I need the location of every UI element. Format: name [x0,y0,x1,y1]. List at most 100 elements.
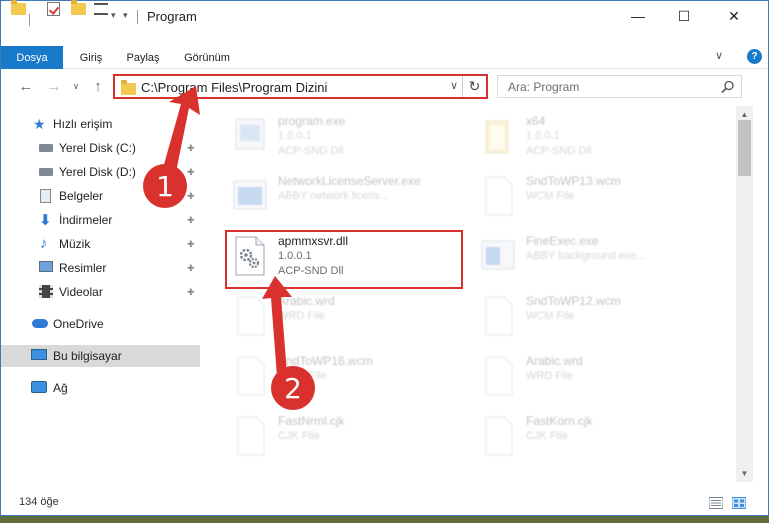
details-view-icon[interactable] [709,497,723,509]
sidebar-item-this-pc[interactable]: Bu bilgisayar [1,345,200,367]
pin-icon[interactable]: ✚ [187,215,195,225]
blank-file-icon [485,296,513,336]
file-detail: WCM File [526,310,575,322]
sidebar-item-label: Müzik [59,237,91,251]
file-name[interactable]: FineExec.exe [526,234,599,248]
file-item[interactable]: FastKorn.cjk CJK File [472,411,722,463]
tab-giris[interactable]: Giriş [69,46,113,69]
status-bar: 134 öğe [1,491,768,515]
up-button[interactable]: ↑ [89,77,107,95]
file-item[interactable]: SndToWP16.wcm WCM File [224,351,474,403]
scrollbar-thumb[interactable] [738,120,751,176]
file-detail: 1.0.0.1 [526,130,560,142]
vertical-scrollbar[interactable]: ▲ ▼ [736,106,753,482]
pin-icon[interactable]: ✚ [187,143,195,153]
file-name[interactable]: SndToWP12.wcm [526,294,621,308]
sidebar-item-label: Yerel Disk (C:) [59,141,136,155]
file-name[interactable]: Arabic.wrd [526,354,583,368]
address-bar[interactable]: C:\Program Files\Program Dizini ∨ ↻ [113,74,488,99]
sidebar-item-music[interactable]: ♪ Müzik ✚ [1,233,200,255]
file-item[interactable]: NetworkLicenseServer.exe ABBY network li… [224,171,474,223]
file-name[interactable]: program.exe [278,114,345,128]
tab-gorunum[interactable]: Görünüm [175,46,239,69]
sidebar-item-label: Videolar [59,285,103,299]
title-bar: ▾ ▾ Program — ☐ ✕ [1,0,768,31]
file-name[interactable]: FastNrml.cjk [278,414,345,428]
new-folder-icon[interactable] [71,0,86,15]
address-dropdown-icon[interactable]: ∨ [450,79,458,92]
file-item[interactable]: FineExec.exe ABBY background exe... [472,231,722,283]
customize-toolbar-icon[interactable]: ▾ [123,10,128,26]
file-item[interactable]: SndToWP13.wcm WCM File [472,171,722,223]
tab-dosya[interactable]: Dosya [1,46,63,69]
explorer-window: ▾ ▾ Program — ☐ ✕ Dosya Giriş Paylaş Gör… [0,0,769,516]
blank-file-icon [485,356,513,396]
recent-locations-button[interactable]: ∨ [67,77,85,95]
back-button[interactable]: ← [17,77,35,95]
help-icon[interactable]: ? [747,49,762,64]
drive-icon [39,168,53,176]
exe-file-icon [233,180,267,210]
sidebar-item-quick-access[interactable]: ★ Hızlı erişim [1,113,200,135]
file-name[interactable]: x64 [526,114,545,128]
search-placeholder[interactable]: Ara: Program [508,80,579,94]
network-icon [31,381,47,393]
computer-icon [31,349,47,360]
sidebar-item-onedrive[interactable]: OneDrive [1,313,200,335]
navigation-pane: ★ Hızlı erişim Yerel Disk (C:) ✚ Yerel D… [1,106,202,482]
blank-file-icon [237,416,265,456]
blank-file-icon [237,296,265,336]
sidebar-item-disk-c[interactable]: Yerel Disk (C:) ✚ [1,137,200,159]
folder-icon [121,80,136,95]
sidebar-item-downloads[interactable]: ⬇ İndirmeler ✚ [1,209,200,231]
refresh-button[interactable]: ↻ [462,76,486,97]
maximize-button[interactable]: ☐ [661,1,707,31]
pin-icon[interactable]: ✚ [187,287,195,297]
address-path[interactable]: C:\Program Files\Program Dizini [141,80,327,95]
callout-badge-1: 1 [143,164,187,208]
quick-access-dropdown-icon[interactable]: ▾ [111,10,116,26]
close-button[interactable]: ✕ [711,1,757,31]
pin-icon[interactable]: ✚ [187,239,195,249]
tab-paylas[interactable]: Paylaş [119,46,167,69]
search-box[interactable]: Ara: Program [497,75,742,98]
sidebar-item-label: Ağ [53,381,68,395]
sidebar-item-pictures[interactable]: Resimler ✚ [1,257,200,279]
blank-file-icon [485,416,513,456]
sidebar-item-network[interactable]: Ağ [1,377,200,399]
sidebar-item-label: Yerel Disk (D:) [59,165,136,179]
ribbon-expand-icon[interactable]: ∨ [715,49,723,62]
file-name[interactable]: SndToWP13.wcm [526,174,621,188]
pin-icon[interactable]: ✚ [187,167,195,177]
scroll-down-arrow-icon[interactable]: ▼ [736,465,753,482]
search-icon[interactable] [721,80,735,94]
file-detail: ABBY background exe... [526,250,646,262]
properties-check-icon[interactable] [47,2,60,16]
minimize-button[interactable]: — [615,1,661,31]
file-item[interactable]: program.exe 1.0.0.1 ACP-SND Dll [224,111,474,163]
pin-icon[interactable]: ✚ [187,191,195,201]
item-count: 134 öğe [19,496,59,508]
file-name[interactable]: Arabic.wrd [278,294,335,308]
sidebar-item-label: Resimler [59,261,107,275]
drive-icon [39,144,53,152]
folder-icon[interactable] [11,0,26,15]
file-detail: WRD File [526,370,574,382]
sidebar-item-videos[interactable]: Videolar ✚ [1,281,200,303]
pin-icon[interactable]: ✚ [187,263,195,273]
quick-access-customize-icon[interactable] [94,3,108,15]
download-icon: ⬇ [39,212,52,229]
forward-button[interactable]: → [45,77,63,95]
file-item[interactable]: Arabic.wrd WRD File [224,291,474,343]
large-icons-view-icon[interactable] [732,497,746,509]
file-item[interactable]: x64 1.0.0.1 ACP-SND Dll [472,111,722,163]
file-item[interactable]: SndToWP12.wcm WCM File [472,291,722,343]
file-item[interactable]: FastNrml.cjk CJK File [224,411,474,463]
callout-badge-2: 2 [271,366,315,410]
sidebar-item-label: Belgeler [59,189,104,203]
file-item[interactable]: Arabic.wrd WRD File [472,351,722,403]
file-name[interactable]: FastKorn.cjk [526,414,593,428]
file-name[interactable]: NetworkLicenseServer.exe [278,174,421,188]
pictures-icon [39,261,53,272]
file-detail: WCM File [526,190,575,202]
